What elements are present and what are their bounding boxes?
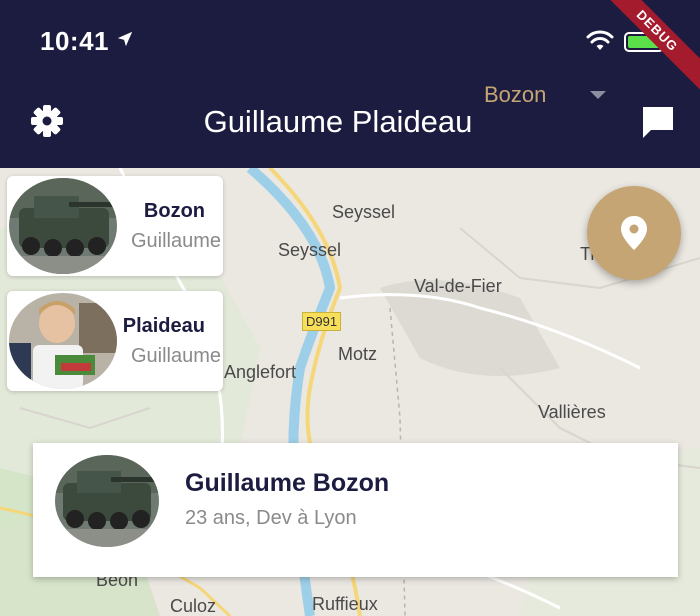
map-label-ruffieux: Ruffieux bbox=[312, 594, 378, 614]
profile-lastname: Bozon bbox=[143, 200, 205, 222]
chat-bubble-icon[interactable] bbox=[640, 104, 676, 140]
avatar bbox=[9, 293, 117, 389]
dropdown-selected: Bozon bbox=[484, 82, 547, 107]
road-badge: D991 bbox=[302, 312, 342, 331]
app-bar: 10:41 DEBUG Guillaume Plaideau Bozon bbox=[0, 0, 700, 168]
map-label-seyssel-1: Seyssel bbox=[332, 202, 396, 222]
map-label-seyssel-2: Seyssel bbox=[278, 240, 342, 260]
status-time: 10:41 bbox=[40, 26, 109, 56]
selected-profile-name: Guillaume Bozon bbox=[185, 469, 390, 497]
avatar bbox=[9, 178, 117, 274]
profile-card-bozon[interactable]: Bozon Guillaume bbox=[7, 176, 223, 276]
map-label-motz: Motz bbox=[338, 344, 378, 364]
profile-dropdown[interactable]: Bozon bbox=[484, 82, 607, 108]
profile-firstname: Guillaume bbox=[130, 230, 221, 252]
map-label-vallieres: Vallières bbox=[538, 402, 606, 422]
selected-profile-meta: 23 ans, Dev à Lyon bbox=[185, 507, 357, 529]
location-arrow-icon bbox=[117, 31, 133, 47]
map-label-culoz: Culoz bbox=[170, 596, 217, 616]
location-fab[interactable] bbox=[587, 186, 681, 280]
profile-firstname: Guillaume bbox=[130, 345, 221, 367]
profile-lastname: Plaideau bbox=[122, 315, 205, 337]
selected-profile-card[interactable]: Guillaume Bozon 23 ans, Dev à Lyon bbox=[33, 443, 678, 577]
map-label-anglefort: Anglefort bbox=[224, 362, 297, 382]
wifi-icon bbox=[586, 30, 614, 50]
page-title: Guillaume Plaideau bbox=[203, 104, 473, 139]
avatar bbox=[55, 455, 159, 547]
map-label-val-de-fier: Val-de-Fier bbox=[414, 276, 502, 296]
chevron-down-icon bbox=[590, 91, 607, 99]
map-pin-icon bbox=[621, 216, 647, 250]
profile-card-plaideau[interactable]: Plaideau Guillaume bbox=[7, 291, 223, 391]
